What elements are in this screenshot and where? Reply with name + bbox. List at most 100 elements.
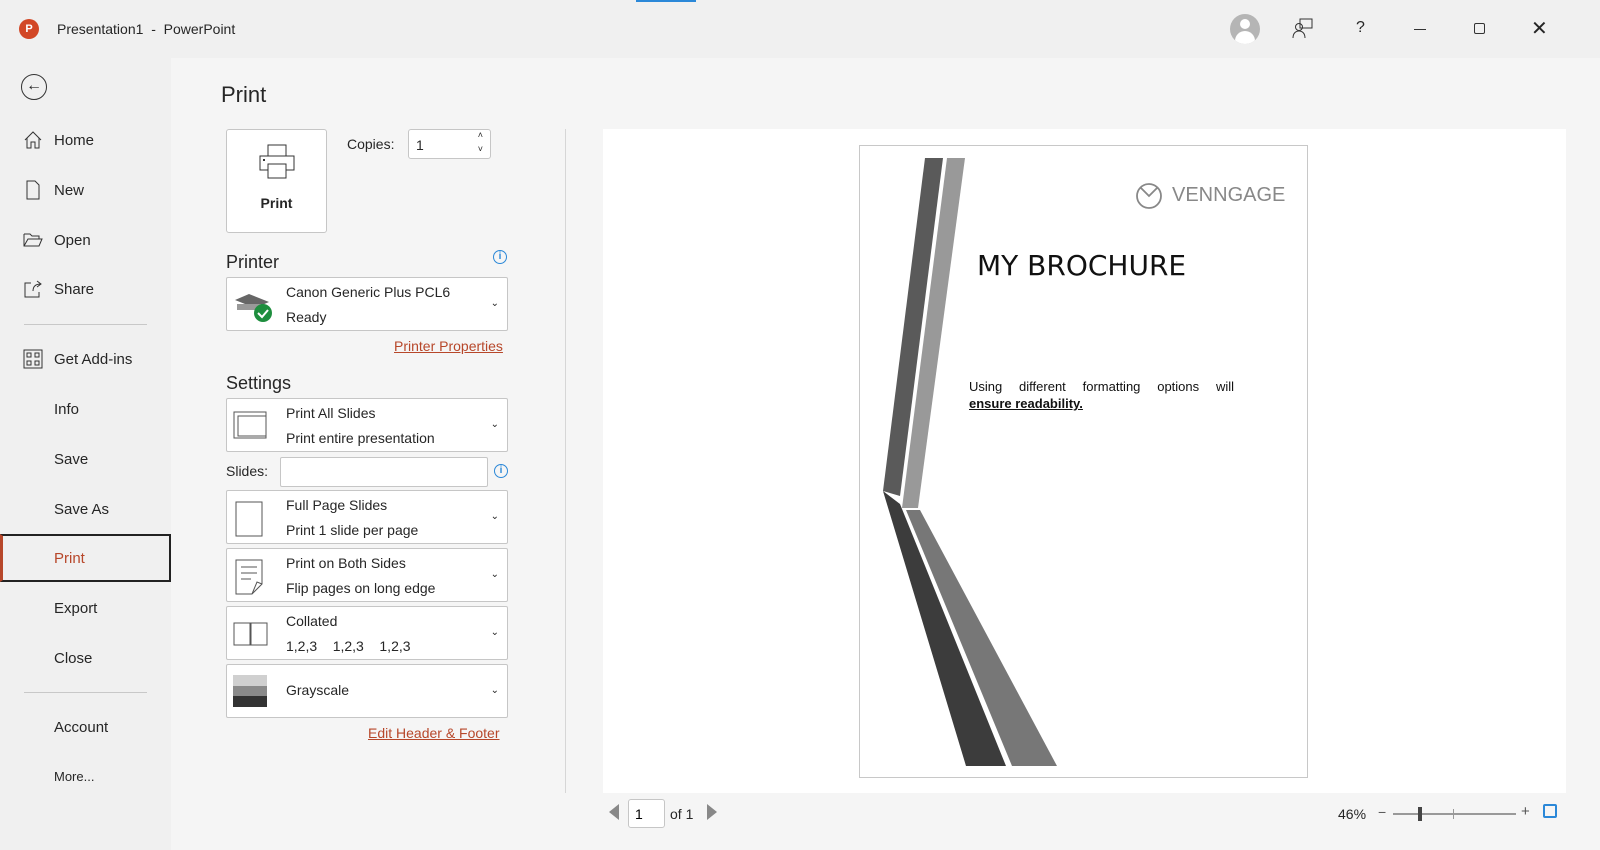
help-icon[interactable]: ? — [1356, 19, 1365, 37]
printer-heading: Printer — [226, 252, 280, 272]
nav-label: Home — [54, 131, 95, 149]
nav-label: New — [54, 181, 85, 199]
nav-account[interactable]: Account — [0, 704, 171, 750]
increment-icon[interactable]: ˄ — [478, 130, 483, 140]
fit-to-window-icon[interactable] — [1543, 804, 1557, 818]
nav-divider — [24, 324, 147, 325]
chevron-down-icon: ⌄ — [490, 298, 499, 309]
sides-dropdown[interactable]: Print on Both Sides Flip pages on long e… — [226, 548, 508, 602]
zoom-level[interactable]: 46% — [1338, 806, 1366, 822]
nav-info[interactable]: Info — [0, 386, 171, 432]
nav-open[interactable]: Open — [0, 217, 171, 263]
slides-input[interactable] — [280, 457, 488, 487]
setting-title: Print on Both Sides — [286, 555, 406, 571]
nav-share[interactable]: Share — [0, 266, 171, 312]
zoom-out-icon[interactable]: − — [1378, 804, 1386, 820]
slide-preview: VENNGAGE MY BROCHURE Using different for… — [859, 145, 1308, 778]
printer-dropdown[interactable]: Canon Generic Plus PCL6 Ready ⌄ — [226, 277, 508, 331]
zoom-slider-thumb[interactable] — [1418, 807, 1423, 821]
account-avatar-icon[interactable] — [1230, 14, 1260, 44]
chevron-down-icon: ⌄ — [490, 419, 499, 430]
print-button-label: Print — [260, 195, 293, 211]
setting-subtitle: Print entire presentation — [286, 430, 435, 446]
pane-divider — [565, 129, 566, 793]
info-icon[interactable]: i — [493, 250, 507, 264]
restore-icon[interactable] — [1474, 23, 1485, 34]
new-document-icon — [22, 180, 44, 200]
back-arrow-icon[interactable]: ← — [21, 74, 47, 100]
collation-dropdown[interactable]: Collated 1,2,3 1,2,3 1,2,3 ⌄ — [226, 606, 508, 660]
setting-title: Collated — [286, 613, 338, 629]
loading-indicator — [636, 0, 696, 2]
nav-save[interactable]: Save — [0, 436, 171, 482]
setting-subtitle: Flip pages on long edge — [286, 580, 436, 596]
settings-heading: Settings — [226, 373, 292, 393]
minimize-icon[interactable] — [1414, 29, 1426, 30]
printer-icon — [259, 144, 295, 179]
page-title: Print — [221, 82, 267, 107]
home-icon — [22, 130, 44, 150]
nav-label: Export — [54, 599, 98, 617]
next-page-icon[interactable] — [707, 804, 717, 820]
copies-label: Copies: — [347, 136, 395, 152]
page-number-input[interactable] — [628, 799, 665, 828]
nav-print[interactable]: Print — [0, 534, 171, 582]
title-separator: - — [151, 21, 156, 37]
nav-label: Save — [54, 450, 89, 468]
nav-label: Account — [54, 718, 109, 736]
nav-divider — [24, 692, 147, 693]
print-range-dropdown[interactable]: Print All Slides Print entire presentati… — [226, 398, 508, 452]
printer-properties-link[interactable]: Printer Properties — [394, 338, 503, 354]
collated-icon — [233, 622, 268, 646]
nav-home[interactable]: Home — [0, 117, 171, 163]
chevron-down-icon: ⌄ — [490, 569, 499, 580]
nav-label: Info — [54, 400, 80, 418]
nav-export[interactable]: Export — [0, 585, 171, 631]
printer-ready-icon — [235, 294, 272, 322]
setting-title: Full Page Slides — [286, 497, 388, 513]
folder-open-icon — [22, 232, 44, 248]
copies-stepper[interactable]: 1 ˄ ˅ — [408, 129, 491, 159]
nav-label: Get Add-ins — [54, 350, 133, 368]
nav-close[interactable]: Close — [0, 635, 171, 681]
feedback-icon[interactable] — [1292, 17, 1314, 39]
chevron-down-icon: ⌄ — [490, 685, 499, 696]
dark-stripe-lower — [883, 491, 1006, 766]
grayscale-icon — [233, 675, 267, 707]
nav-label: Print — [54, 549, 85, 567]
color-dropdown[interactable]: Grayscale ⌄ — [226, 664, 508, 718]
powerpoint-logo-icon: P — [19, 19, 39, 39]
nav-get-add-ins[interactable]: Get Add-ins — [0, 336, 171, 382]
setting-subtitle: Print 1 slide per page — [286, 522, 419, 538]
share-icon — [22, 279, 44, 299]
nav-label: Open — [54, 231, 91, 249]
zoom-in-icon[interactable]: + — [1521, 803, 1530, 820]
add-ins-icon — [22, 349, 44, 369]
venngage-logo-icon — [1136, 183, 1162, 209]
nav-save-as[interactable]: Save As — [0, 486, 171, 532]
document-name: Presentation1 — [57, 21, 144, 37]
setting-title: Grayscale — [286, 682, 350, 698]
nav-label: More... — [54, 768, 95, 784]
layout-dropdown[interactable]: Full Page Slides Print 1 slide per page … — [226, 490, 508, 544]
info-icon[interactable]: i — [494, 464, 508, 478]
venngage-logo-text: VENNGAGE — [1172, 184, 1286, 206]
edit-header-footer-link[interactable]: Edit Header & Footer — [368, 725, 500, 741]
setting-subtitle: 1,2,3 1,2,3 1,2,3 — [286, 638, 411, 654]
print-button[interactable]: Print — [226, 129, 327, 233]
window-title: Presentation1 - PowerPoint — [57, 21, 235, 37]
chevron-down-icon: ⌄ — [490, 511, 499, 522]
zoom-slider[interactable] — [1393, 807, 1516, 821]
brochure-body: Using different formatting options will — [969, 379, 1234, 394]
nav-more[interactable]: More... — [0, 753, 171, 799]
brochure-title: MY BROCHURE — [977, 249, 1187, 282]
both-sides-icon — [235, 559, 263, 595]
full-page-slide-icon — [235, 501, 263, 537]
close-icon[interactable]: ✕ — [1531, 16, 1548, 41]
title-bar: P Presentation1 - PowerPoint ? ✕ — [0, 0, 1600, 58]
decrement-icon[interactable]: ˅ — [478, 144, 483, 154]
nav-new[interactable]: New — [0, 167, 171, 213]
previous-page-icon[interactable] — [609, 804, 619, 820]
nav-label: Close — [54, 649, 93, 667]
zoom-slider-center-tick — [1453, 809, 1454, 819]
